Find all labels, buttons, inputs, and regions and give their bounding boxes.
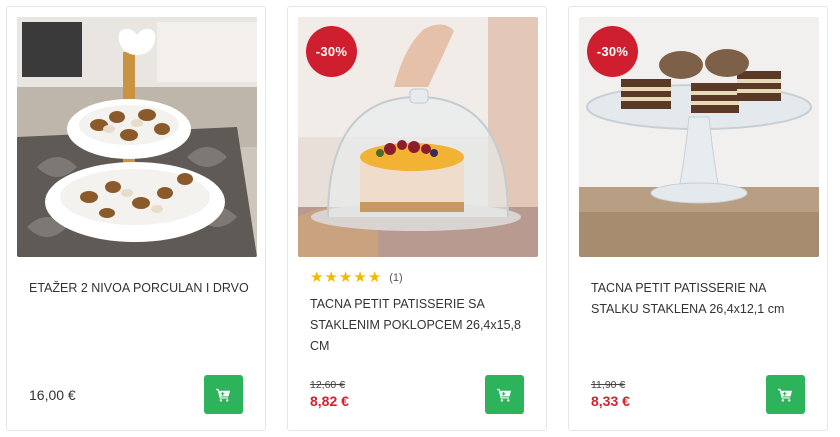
product-price: 16,00 € <box>29 387 76 403</box>
product-image[interactable] <box>17 17 257 257</box>
discount-badge: -30% <box>587 26 638 77</box>
add-to-cart-button[interactable] <box>485 375 524 414</box>
star-icon: ★ <box>310 269 324 286</box>
old-price: 11,90 € <box>591 379 626 391</box>
star-icon: ★ <box>338 269 353 286</box>
product-card[interactable]: -30% ★ ★ ★ ★ ★ (1) TACNA PETIT PATISSERI… <box>287 6 547 431</box>
cart-icon <box>216 388 231 402</box>
star-icon: ★ <box>353 269 367 286</box>
product-image[interactable]: -30% <box>579 17 819 257</box>
sale-price: 8,82 € <box>310 393 349 409</box>
star-icon: ★ <box>324 269 338 286</box>
discount-badge: -30% <box>306 26 357 77</box>
add-to-cart-button[interactable] <box>766 375 805 414</box>
add-to-cart-button[interactable] <box>204 375 243 414</box>
cake-stand-porcelain-icon <box>17 17 257 257</box>
rating: ★ ★ ★ ★ ★ (1) <box>310 270 403 285</box>
product-card[interactable]: ETAŽER 2 NIVOA PORCULAN I DRVO 16,00 € <box>6 6 266 431</box>
rating-count: (1) <box>389 271 403 284</box>
old-price: 12,60 € <box>310 379 346 391</box>
product-card[interactable]: -30% TACNA PETIT PATISSERIE NA STALKU ST… <box>568 6 828 431</box>
product-image[interactable]: -30% <box>298 17 538 257</box>
cart-icon <box>778 388 793 402</box>
product-title[interactable]: TACNA PETIT PATISSERIE SA STAKLENIM POKL… <box>310 294 530 357</box>
star-icon: ★ <box>367 269 382 286</box>
sale-price: 8,33 € <box>591 393 630 409</box>
product-title[interactable]: TACNA PETIT PATISSERIE NA STALKU STAKLEN… <box>591 278 811 320</box>
cart-icon <box>497 388 512 402</box>
product-title[interactable]: ETAŽER 2 NIVOA PORCULAN I DRVO <box>29 278 249 299</box>
